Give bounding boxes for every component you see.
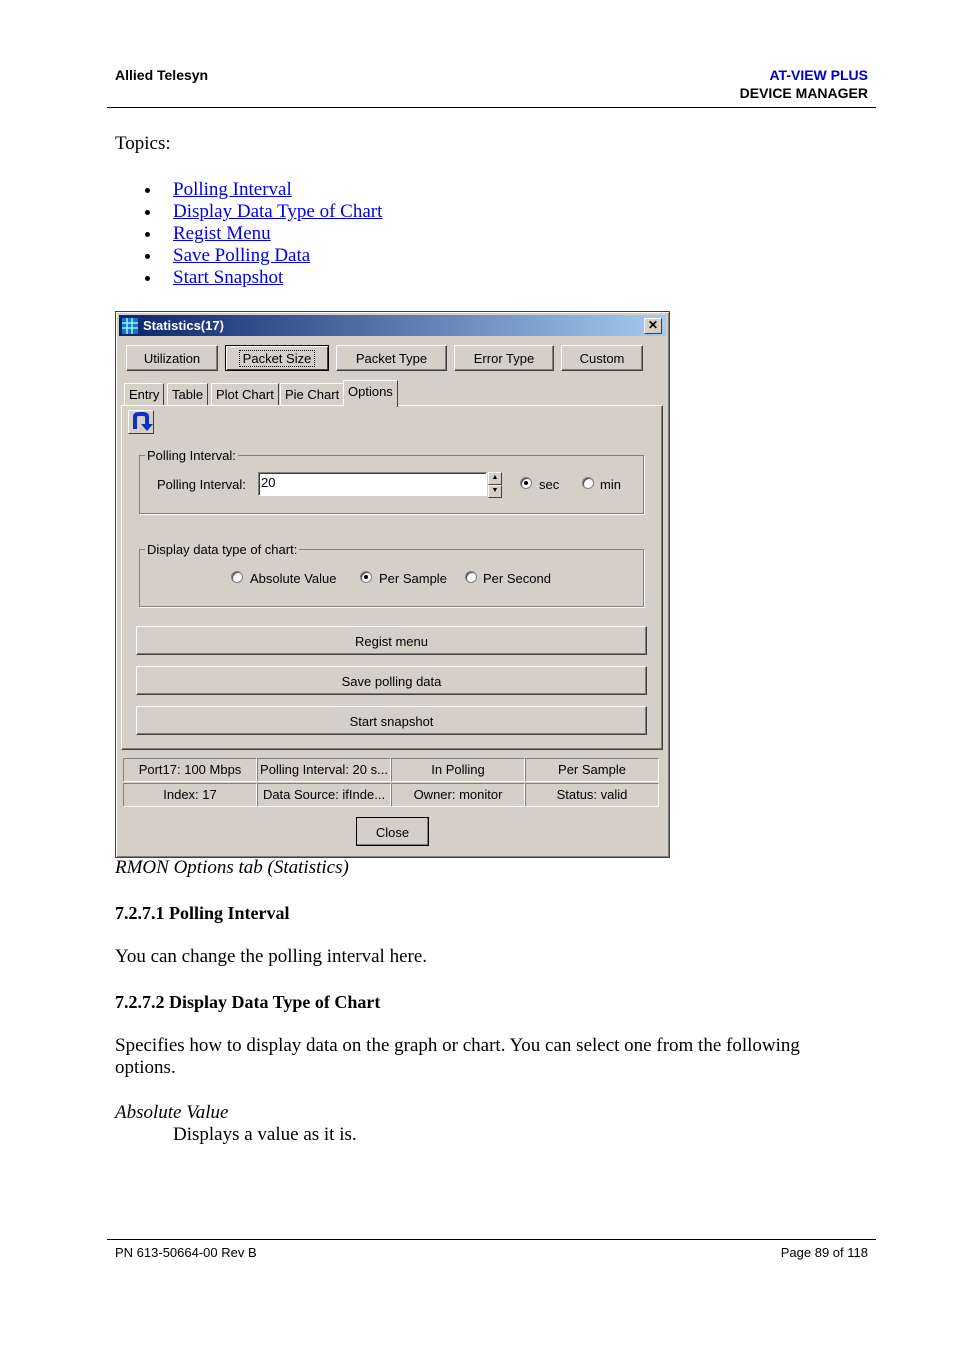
per-second-radio[interactable] xyxy=(465,571,477,583)
section-text-display-line2: options. xyxy=(115,1057,176,1078)
error-type-button[interactable]: Error Type xyxy=(454,345,554,371)
polling-interval-label: Polling Interval: xyxy=(157,477,246,492)
status-port: Port17: 100 Mbps xyxy=(123,758,257,782)
section-heading-display-data-type: 7.2.7.2 Display Data Type of Chart xyxy=(115,992,381,1012)
unit-sec-label: sec xyxy=(539,477,560,492)
polling-group-legend: Polling Interval: xyxy=(145,448,238,463)
topic-link-polling-interval[interactable]: Polling Interval xyxy=(173,179,292,200)
unit-min-radio[interactable] xyxy=(582,477,594,489)
term-description: Displays a value as it is. xyxy=(173,1124,357,1145)
per-sample-radio[interactable] xyxy=(360,571,372,583)
dialog-title: Statistics(17) xyxy=(143,318,224,333)
status-data-source: Data Source: ifInde... xyxy=(257,783,391,807)
per-sample-label: Per Sample xyxy=(379,571,447,586)
polling-interval-input[interactable]: 20 xyxy=(258,472,487,496)
section-heading-polling-interval: 7.2.7.1 Polling Interval xyxy=(115,903,290,923)
figure-caption: RMON Options tab (Statistics) xyxy=(115,857,349,878)
status-polling-interval: Polling Interval: 20 s... xyxy=(257,758,391,782)
tab-entry[interactable]: Entry xyxy=(124,383,165,406)
topic-item: Start Snapshot xyxy=(145,267,382,289)
packet-size-button[interactable]: Packet Size xyxy=(225,345,329,371)
footer-page-number: Page 89 of 118 xyxy=(780,1245,868,1260)
topic-item: Polling Interval xyxy=(145,179,382,201)
topic-link-save-polling-data[interactable]: Save Polling Data xyxy=(173,245,310,266)
topic-link-regist-menu[interactable]: Regist Menu xyxy=(173,223,271,244)
term-absolute-value: Absolute Value xyxy=(115,1102,229,1123)
regist-menu-button[interactable]: Regist menu xyxy=(136,626,647,655)
tab-table[interactable]: Table xyxy=(167,383,209,406)
status-per-sample: Per Sample xyxy=(525,758,659,782)
topic-item: Regist Menu xyxy=(145,223,382,245)
footer-part-number: PN 613-50664-00 Rev B xyxy=(115,1245,257,1260)
polling-interval-stepper[interactable]: ▲ ▼ xyxy=(488,472,502,498)
packet-type-button[interactable]: Packet Type xyxy=(336,345,447,371)
status-valid: Status: valid xyxy=(525,783,659,807)
display-group-legend: Display data type of chart: xyxy=(145,542,300,557)
topics-list: Polling Interval Display Data Type of Ch… xyxy=(145,179,382,289)
refresh-arrow-icon xyxy=(133,412,153,431)
absolute-value-label: Absolute Value xyxy=(250,571,337,586)
section-text-polling-interval: You can change the polling interval here… xyxy=(115,946,428,967)
status-in-polling: In Polling xyxy=(391,758,525,782)
unit-min-label: min xyxy=(600,477,621,492)
unit-sec-radio[interactable] xyxy=(520,477,532,489)
topics-label: Topics: xyxy=(115,133,171,154)
header-section: DEVICE MANAGER xyxy=(739,85,868,101)
topic-link-start-snapshot[interactable]: Start Snapshot xyxy=(173,267,283,288)
topic-item: Save Polling Data xyxy=(145,245,382,267)
spin-down-icon[interactable]: ▼ xyxy=(488,485,502,498)
spin-up-icon[interactable]: ▲ xyxy=(488,472,502,485)
start-snapshot-button[interactable]: Start snapshot xyxy=(136,706,647,735)
save-polling-data-button[interactable]: Save polling data xyxy=(136,666,647,695)
topic-item: Display Data Type of Chart xyxy=(145,201,382,223)
custom-button[interactable]: Custom xyxy=(561,345,643,371)
topic-link-display-data-type[interactable]: Display Data Type of Chart xyxy=(173,201,382,222)
tab-plot-chart[interactable]: Plot Chart xyxy=(211,383,279,406)
status-owner: Owner: monitor xyxy=(391,783,525,807)
utilization-button[interactable]: Utilization xyxy=(126,345,218,371)
close-icon[interactable]: ✕ xyxy=(644,318,662,334)
header-divider xyxy=(107,107,876,108)
statistics-dialog: Statistics(17) ✕ Utilization Packet Size… xyxy=(115,311,670,858)
grid-icon xyxy=(122,318,138,334)
per-second-label: Per Second xyxy=(483,571,551,586)
header-company: Allied Telesyn xyxy=(115,67,209,83)
status-index: Index: 17 xyxy=(123,783,257,807)
dialog-titlebar[interactable]: Statistics(17) ✕ xyxy=(119,315,666,336)
footer-divider xyxy=(107,1239,876,1240)
header-product: AT-VIEW PLUS xyxy=(769,67,868,83)
absolute-value-radio[interactable] xyxy=(231,571,243,583)
tab-options[interactable]: Options xyxy=(343,380,398,407)
tab-pie-chart[interactable]: Pie Chart xyxy=(280,383,345,406)
close-button[interactable]: Close xyxy=(356,817,429,846)
section-text-display-line1: Specifies how to display data on the gra… xyxy=(115,1035,800,1056)
refresh-button[interactable] xyxy=(128,410,154,434)
